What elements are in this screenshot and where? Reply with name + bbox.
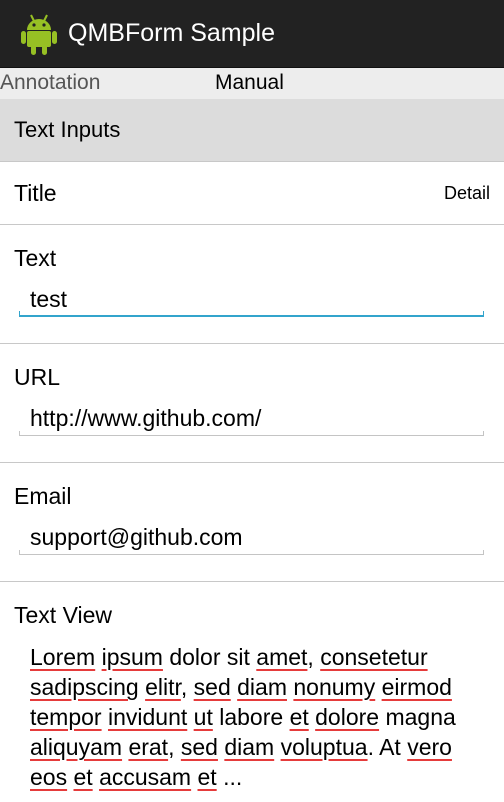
text-input-underline [19, 311, 484, 317]
misspelled-word: et [289, 704, 309, 730]
email-input[interactable]: support@github.com [19, 519, 484, 555]
android-robot-icon [21, 14, 57, 55]
url-input[interactable]: http://www.github.com/ [19, 400, 484, 436]
text-input[interactable]: test [19, 281, 484, 317]
misspelled-word: diam [224, 734, 275, 760]
misspelled-word: consetetur [320, 644, 428, 670]
section-header: Text Inputs [0, 99, 504, 162]
misspelled-word: et [197, 764, 217, 790]
tab-strip: Annotation Manual [0, 68, 504, 99]
misspelled-word: ipsum [101, 644, 163, 670]
title-label: Title [14, 179, 57, 206]
email-field-label: Email [14, 483, 72, 509]
misspelled-word: amet [256, 644, 308, 670]
misspelled-word: nonumy [293, 674, 376, 700]
text-view-row: Text View Lorem ipsum dolor sit amet, co… [0, 582, 504, 802]
title-detail-value: Detail [443, 182, 490, 203]
tab-manual[interactable]: Manual [215, 71, 284, 95]
misspelled-word: eos [30, 764, 68, 790]
misspelled-word: dolore [315, 704, 380, 730]
misspelled-word: ut [193, 704, 213, 730]
url-input-value: http://www.github.com/ [30, 405, 262, 431]
misspelled-word: Lorem [30, 644, 96, 670]
misspelled-word: voluptua [280, 734, 368, 760]
misspelled-word: sed [180, 734, 218, 760]
url-field-label: URL [14, 364, 61, 390]
email-input-underline [19, 550, 484, 555]
text-view-value: Lorem ipsum dolor sit amet, consetetur s… [30, 644, 456, 790]
misspelled-word: elitr [145, 674, 181, 700]
misspelled-word: accusam [99, 764, 192, 790]
text-view-content[interactable]: Lorem ipsum dolor sit amet, consetetur s… [30, 642, 470, 792]
misspelled-word: tempor [30, 704, 102, 730]
email-input-value: support@github.com [30, 524, 243, 550]
misspelled-word: erat [128, 734, 169, 760]
url-input-underline [19, 431, 484, 436]
tab-annotation[interactable]: Annotation [0, 71, 100, 95]
url-field-row: URL http://www.github.com/ [0, 344, 504, 463]
app-title: QMBForm Sample [68, 19, 275, 47]
misspelled-word: aliquyam [30, 734, 123, 760]
text-input-value: test [30, 286, 68, 312]
misspelled-word: vero [407, 734, 452, 760]
misspelled-word: eirmod [381, 674, 452, 700]
misspelled-word: sadipscing [30, 674, 139, 700]
misspelled-word: et [73, 764, 93, 790]
misspelled-word: diam [237, 674, 287, 700]
text-field-label: Text [14, 245, 57, 271]
misspelled-word: sed [193, 674, 231, 700]
email-field-row: Email support@github.com [0, 463, 504, 582]
text-field-row: Text test [0, 225, 504, 344]
title-row[interactable]: Title Detail [0, 162, 504, 225]
misspelled-word: invidunt [107, 704, 188, 730]
text-view-label: Text View [14, 602, 113, 628]
action-bar: QMBForm Sample [0, 0, 504, 68]
